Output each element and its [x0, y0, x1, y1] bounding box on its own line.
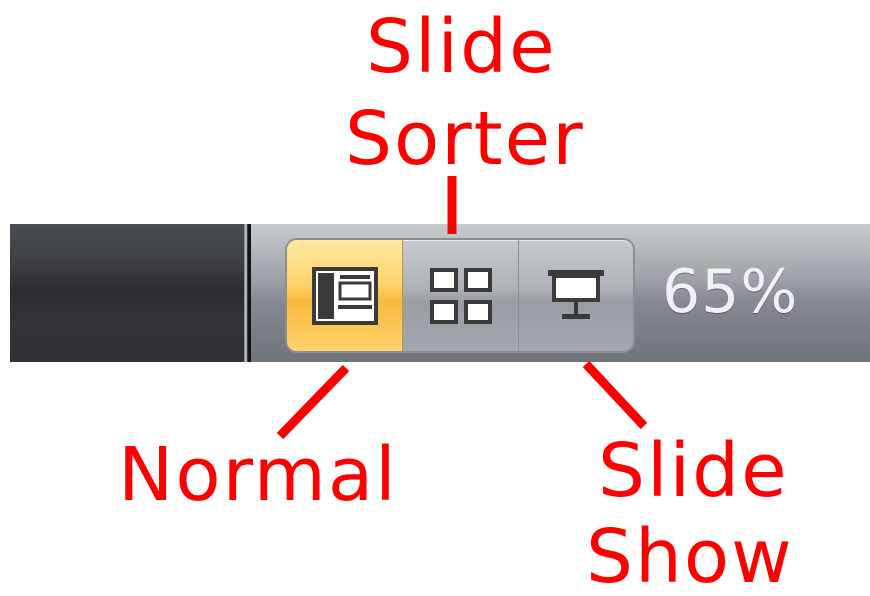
slide-show-annotation-line1: Slide	[598, 428, 789, 514]
normal-view-icon	[311, 266, 378, 325]
slide-sorter-annotation-line1: Slide	[366, 4, 557, 90]
slide-show-view-button[interactable]	[519, 240, 633, 351]
slide-sorter-icon	[429, 267, 492, 324]
zoom-level[interactable]: 65%	[662, 262, 798, 322]
slide-show-icon	[548, 269, 604, 319]
slide-sorter-view-button[interactable]	[403, 240, 519, 351]
slide-show-callout-line	[582, 360, 648, 430]
view-buttons-group	[285, 238, 635, 353]
normal-callout-line	[276, 364, 350, 440]
normal-annotation: Normal	[118, 432, 398, 518]
slide-sorter-annotation-line2: Sorter	[345, 96, 585, 182]
slide-show-annotation-line2: Show	[586, 514, 794, 596]
status-bar-left-section	[10, 224, 244, 362]
annotated-screenshot: Slide Sorter Normal Slide Show 65%	[0, 0, 870, 596]
normal-view-button[interactable]	[287, 240, 403, 351]
status-bar-divider[interactable]	[244, 224, 251, 362]
